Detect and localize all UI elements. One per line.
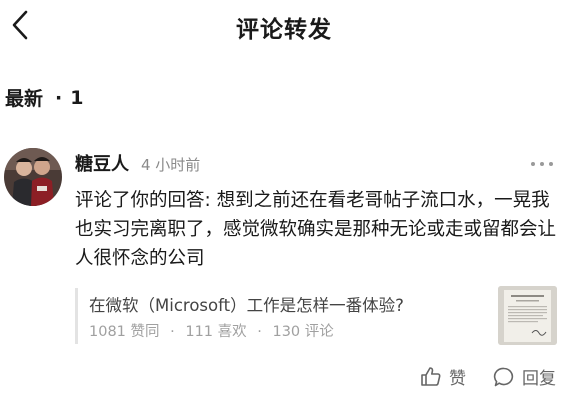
quote-stats-separator: · — [257, 324, 262, 340]
page-title: 评论转发 — [236, 17, 332, 43]
sort-separator: · — [55, 86, 63, 109]
quote-comments: 130 评论 — [272, 324, 334, 340]
like-label: 赞 — [449, 369, 466, 389]
header: 评论转发 — [0, 0, 568, 52]
quoted-answer-card[interactable]: 在微软（Microsoft）工作是怎样一番体验? 1081 赞同 · 111 喜… — [75, 286, 557, 346]
username[interactable]: 糖豆人 — [75, 150, 129, 176]
sort-row: 最新 · 1 — [5, 84, 83, 111]
action-bar: 赞 回复 — [419, 364, 556, 389]
sort-label[interactable]: 最新 — [5, 84, 43, 111]
more-horizontal-icon — [531, 162, 553, 166]
sort-count: 1 — [70, 86, 84, 109]
document-thumbnail — [498, 286, 557, 345]
comment-bubble-icon — [493, 367, 514, 386]
quote-stats-separator: · — [170, 324, 175, 340]
comment-content: 评论了你的回答: 想到之前还在看老哥帖子流口水，一晃我也实习完离职了，感觉微软确… — [75, 190, 557, 269]
thumbs-up-icon — [421, 366, 441, 386]
quote-likes: 1081 赞同 — [89, 324, 160, 340]
user-avatar — [4, 148, 62, 206]
avatar[interactable] — [4, 148, 62, 206]
reply-label: 回复 — [522, 369, 556, 389]
quote-bar — [75, 288, 78, 344]
quote-stats: 1081 赞同 · 111 喜欢 · 130 评论 — [89, 320, 334, 341]
quote-title: 在微软（Microsoft）工作是怎样一番体验? — [89, 296, 404, 315]
reply-button[interactable]: 回复 — [492, 364, 556, 389]
quote-favorites: 111 喜欢 — [185, 324, 247, 340]
quote-thumbnail — [498, 286, 557, 345]
user-line: 糖豆人 4 小时前 — [75, 150, 200, 176]
timestamp: 4 小时前 — [141, 156, 201, 174]
more-button[interactable] — [530, 154, 554, 166]
like-button[interactable]: 赞 — [419, 364, 466, 389]
